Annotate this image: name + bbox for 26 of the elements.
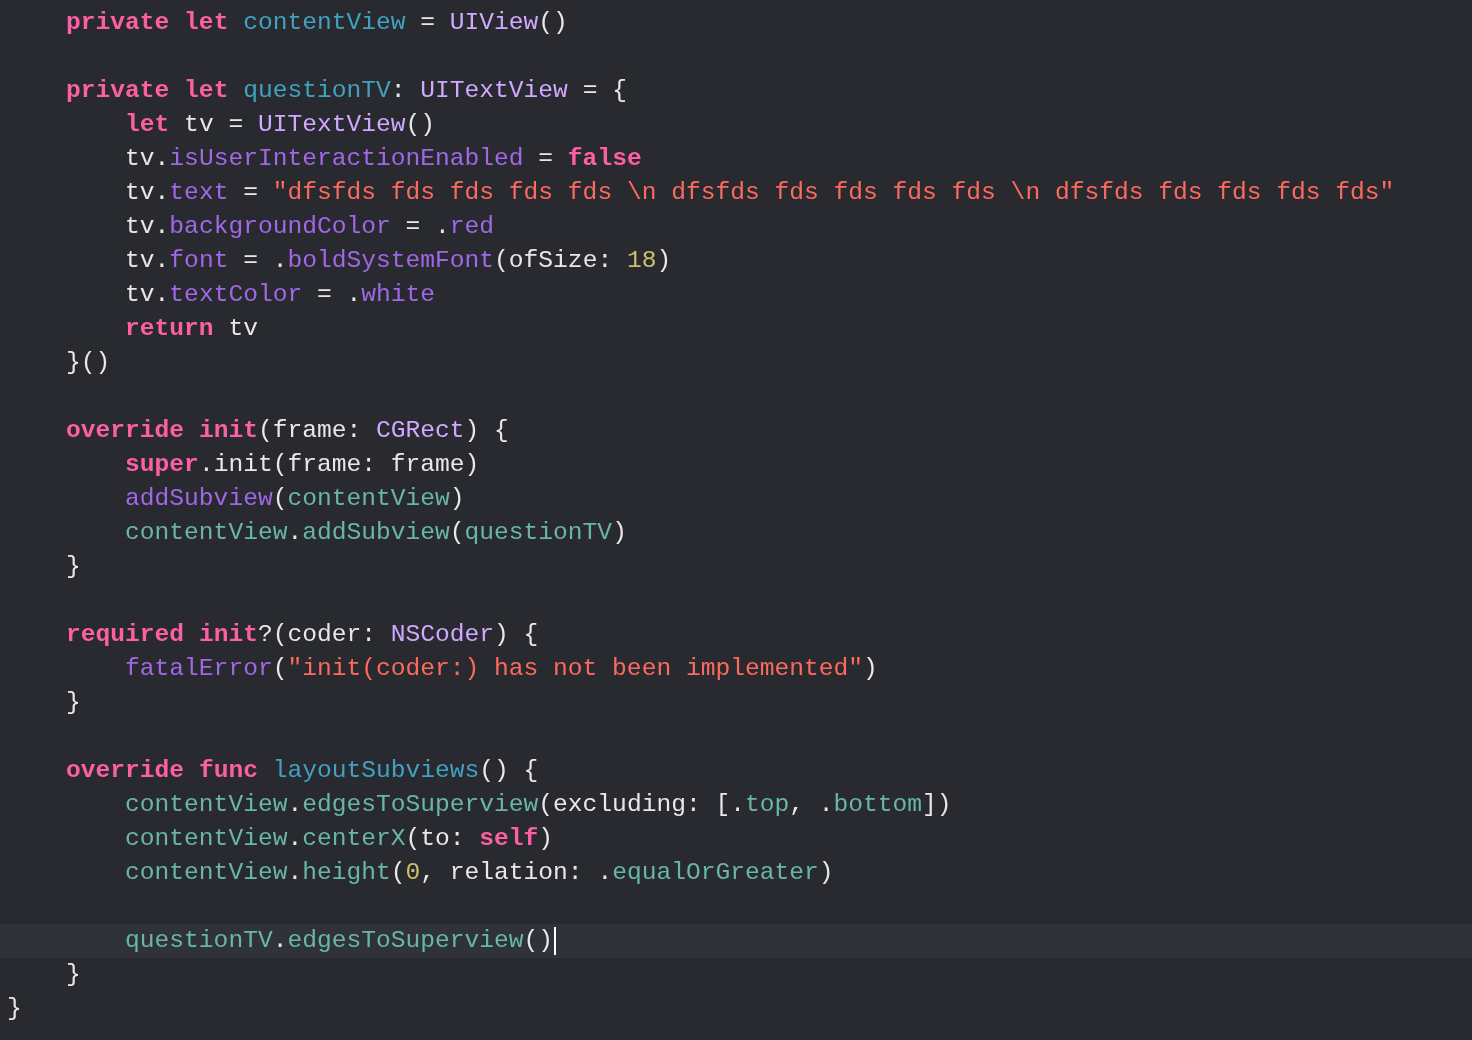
code-line[interactable]: private let contentView = UIView() bbox=[7, 6, 568, 40]
code-line[interactable]: tv.text = "dfsfds fds fds fds fds \n dfsfds fds fds fds fds \n dfsfds fds fds fds fds" bbox=[7, 176, 1395, 210]
code-line[interactable]: required init?(coder: NSCoder) { bbox=[7, 618, 539, 652]
code-line[interactable]: super.init(frame: frame) bbox=[7, 448, 480, 482]
code-line[interactable]: contentView.centerX(to: self) bbox=[7, 822, 554, 856]
code-line[interactable]: fatalError("init(coder:) has not been implemented") bbox=[7, 652, 878, 686]
code-line[interactable]: override func layoutSubviews() { bbox=[7, 754, 539, 788]
code-line[interactable]: questionTV.edgesToSuperview() bbox=[7, 924, 554, 958]
code-line[interactable]: tv.textColor = .white bbox=[7, 278, 436, 312]
code-line[interactable]: return tv bbox=[7, 312, 258, 346]
code-line[interactable]: tv.isUserInteractionEnabled = false bbox=[7, 142, 642, 176]
code-line[interactable]: contentView.addSubview(questionTV) bbox=[7, 516, 627, 550]
code-line[interactable]: override init(frame: CGRect) { bbox=[7, 414, 509, 448]
code-line[interactable]: let tv = UITextView() bbox=[7, 108, 436, 142]
code-line[interactable]: addSubview(contentView) bbox=[7, 482, 465, 516]
code-line[interactable]: contentView.edgesToSuperview(excluding: [.top, .bottom]) bbox=[7, 788, 952, 822]
code-line[interactable]: contentView.height(0, relation: .equalOrGreater) bbox=[7, 856, 834, 890]
code-line[interactable]: } bbox=[7, 992, 22, 1026]
code-line[interactable]: tv.backgroundColor = .red bbox=[7, 210, 495, 244]
code-line[interactable]: }() bbox=[7, 346, 111, 380]
code-line[interactable]: } bbox=[7, 550, 81, 584]
text-cursor bbox=[554, 927, 557, 955]
code-line[interactable]: } bbox=[7, 958, 81, 992]
code-line[interactable]: } bbox=[7, 686, 81, 720]
code-line[interactable]: private let questionTV: UITextView = { bbox=[7, 74, 627, 108]
code-line[interactable]: tv.font = .boldSystemFont(ofSize: 18) bbox=[7, 244, 672, 278]
